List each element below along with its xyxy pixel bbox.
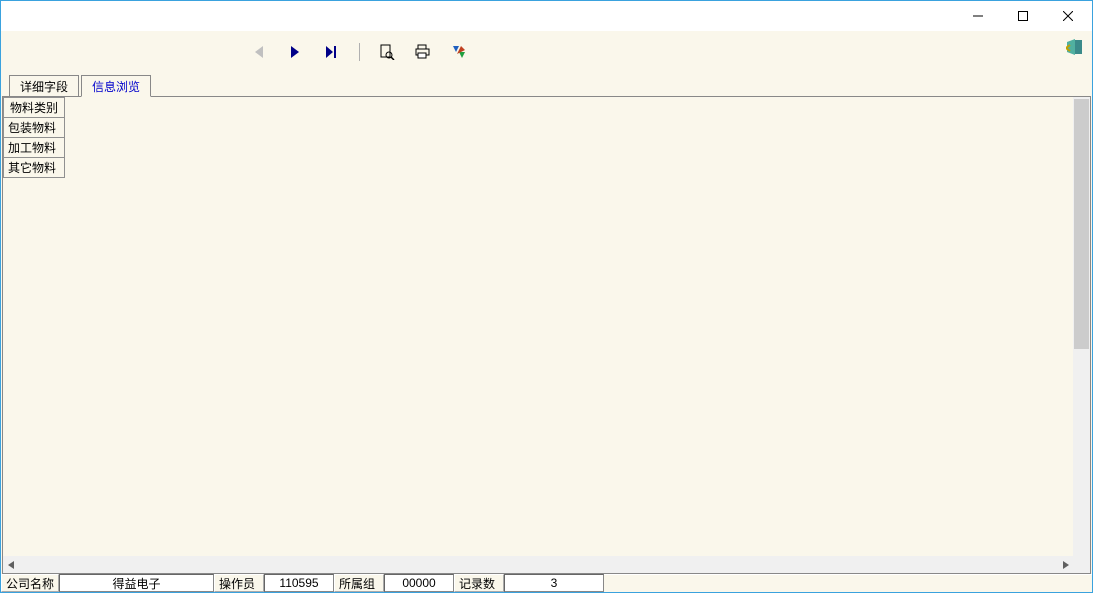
toolbar-separator <box>359 43 360 61</box>
export-icon[interactable] <box>450 43 468 61</box>
status-company-label: 公司名称 <box>1 574 59 592</box>
status-group-value: 00000 <box>384 574 454 592</box>
print-icon[interactable] <box>414 43 432 61</box>
toolbar-area <box>1 31 1092 75</box>
close-button[interactable] <box>1045 2 1090 30</box>
client-area: 详细字段 信息浏览 物料类别 包装物料加工物料其它物料 <box>1 31 1092 574</box>
h-scroll-track[interactable] <box>20 556 1056 573</box>
table-row[interactable]: 包装物料 <box>4 118 65 138</box>
col-header-category[interactable]: 物料类别 <box>4 98 65 118</box>
grid-panel: 物料类别 包装物料加工物料其它物料 <box>2 96 1091 574</box>
table-row[interactable]: 其它物料 <box>4 158 65 178</box>
status-bar: 公司名称 得益电子 操作员 110595 所属组 00000 记录数 3 <box>1 574 1092 592</box>
status-company-value: 得益电子 <box>59 574 214 592</box>
minimize-button[interactable] <box>955 2 1000 30</box>
status-count-label: 记录数 <box>454 574 504 592</box>
titlebar <box>1 1 1092 31</box>
status-group-label: 所属组 <box>334 574 384 592</box>
nav-prev-icon[interactable] <box>251 43 269 61</box>
nav-next-icon[interactable] <box>287 43 305 61</box>
tab-detail-fields[interactable]: 详细字段 <box>9 75 79 97</box>
preview-icon[interactable] <box>378 43 396 61</box>
app-window: 详细字段 信息浏览 物料类别 包装物料加工物料其它物料 公司名称 <box>0 0 1093 593</box>
status-spacer <box>604 574 1092 592</box>
status-operator-label: 操作员 <box>214 574 264 592</box>
data-table: 物料类别 包装物料加工物料其它物料 <box>3 97 65 178</box>
nav-last-icon[interactable] <box>323 43 341 61</box>
cell-category[interactable]: 其它物料 <box>4 158 65 178</box>
exit-icon[interactable] <box>1066 39 1086 59</box>
cell-category[interactable]: 包装物料 <box>4 118 65 138</box>
h-scroll-left-icon[interactable] <box>3 556 20 573</box>
tab-info-browse[interactable]: 信息浏览 <box>81 75 151 97</box>
grid-inner: 物料类别 包装物料加工物料其它物料 <box>3 97 1073 556</box>
scroll-corner <box>1073 556 1090 573</box>
status-operator-value: 110595 <box>264 574 334 592</box>
maximize-button[interactable] <box>1000 2 1045 30</box>
v-scroll-thumb[interactable] <box>1074 99 1089 349</box>
h-scroll-right-icon[interactable] <box>1056 556 1073 573</box>
horizontal-scrollbar[interactable] <box>3 556 1073 573</box>
table-row[interactable]: 加工物料 <box>4 138 65 158</box>
toolbar <box>251 41 468 63</box>
cell-category[interactable]: 加工物料 <box>4 138 65 158</box>
tab-bar: 详细字段 信息浏览 <box>1 75 1092 97</box>
vertical-scrollbar[interactable] <box>1073 97 1090 556</box>
status-count-value: 3 <box>504 574 604 592</box>
